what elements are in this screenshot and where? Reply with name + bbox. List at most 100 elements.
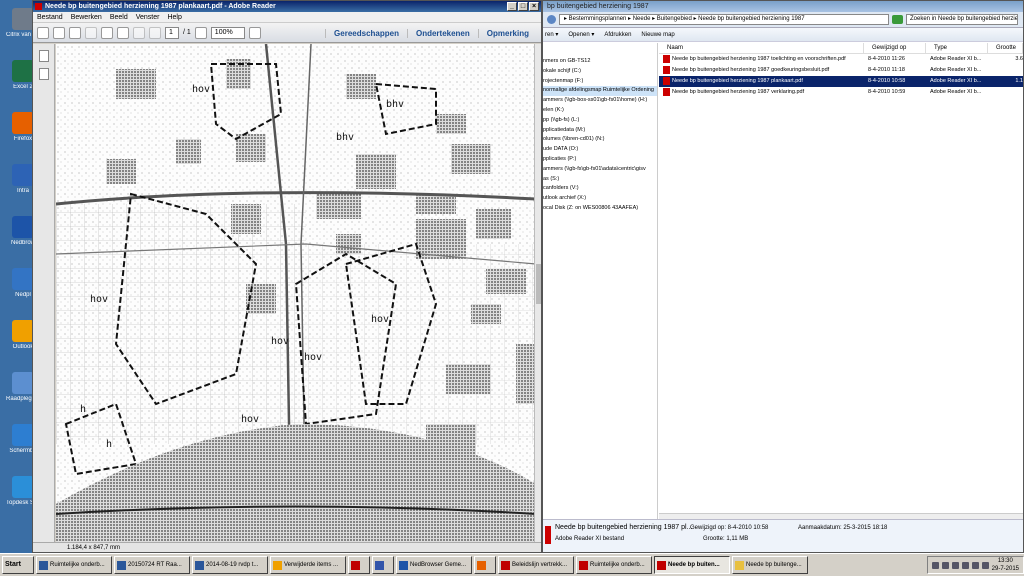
command-button[interactable]: ren ▾ (545, 31, 558, 38)
save-icon[interactable] (85, 26, 97, 39)
page-number-input[interactable]: 1 (165, 26, 179, 39)
tree-item[interactable]: ammers (\\gb-bos-ss01\gb-fs01\home) (H:) (543, 96, 657, 106)
taskbar-button[interactable]: Beleidslijn vertrekk... (498, 556, 574, 574)
taskbar-button[interactable]: 20150724 RT Raa... (114, 556, 190, 574)
explorer-title-bar[interactable]: bp buitengebied herziening 1987 (543, 1, 1023, 12)
file-date: 8-4-2010 11:26 (868, 56, 905, 62)
create-pdf-icon[interactable] (53, 26, 65, 39)
file-row[interactable]: Neede bp buitengebied herziening 1987 go… (659, 65, 1023, 76)
app-icon (501, 560, 510, 570)
command-button[interactable]: Nieuwe map (641, 32, 674, 38)
taskbar-button[interactable]: 2014-08-19 rvdp t... (192, 556, 268, 574)
print-icon[interactable] (101, 26, 113, 39)
column-header[interactable]: Gewijzigd op (864, 43, 926, 53)
tree-item[interactable]: utlook archief (X:) (543, 194, 657, 204)
shortcut-icon (12, 8, 34, 30)
next-page-icon[interactable] (149, 26, 161, 39)
tree-item[interactable]: rojectenmap (F:) (543, 77, 657, 87)
taskbar-button-label: Neede bp buitenge... (746, 562, 802, 568)
vertical-scrollbar[interactable] (534, 44, 541, 542)
command-button[interactable]: Afdrukken (604, 32, 631, 38)
pdf-document-view[interactable]: hov bhv bhv hov hov hov hov h h hov (56, 44, 536, 542)
refresh-icon[interactable] (892, 15, 903, 24)
file-row[interactable]: Neede bp buitengebied herziening 1987 to… (659, 54, 1023, 65)
edit-icon[interactable] (69, 26, 81, 39)
menu-item[interactable]: Beeld (110, 12, 128, 22)
tray-icon[interactable] (981, 561, 989, 569)
command-button[interactable]: Openen ▾ (568, 31, 594, 38)
fit-page-icon[interactable] (248, 26, 261, 39)
menu-item[interactable]: Bestand (37, 12, 63, 22)
tray-icon[interactable] (941, 561, 949, 569)
column-header[interactable]: Naam (659, 43, 864, 53)
tree-item[interactable]: okale schijf (C:) (543, 67, 657, 77)
taskbar-button[interactable]: NedBrowser Geme... (396, 556, 472, 574)
address-bar[interactable]: ▸ Bestemmingsplannen ▸ Neede ▸ Buitengeb… (559, 14, 889, 25)
reader-title-bar[interactable]: Neede bp buitengebied herziening 1987 pl… (33, 1, 541, 12)
start-button[interactable]: Start (2, 556, 34, 574)
taskbar-button[interactable]: Neede bp buitenge... (732, 556, 808, 574)
shortcut-icon (12, 216, 34, 238)
menu-item[interactable]: Help (167, 12, 181, 22)
file-row[interactable]: Neede bp buitengebied herziening 1987 pl… (659, 76, 1023, 87)
tree-item[interactable]: ammers (\\gb-fs\gb-fs01\adata\centric\gi… (543, 165, 657, 175)
details-modified: Gewijzigd op: 8-4-2010 10:58 (690, 525, 769, 531)
zoom-out-icon[interactable] (194, 26, 207, 39)
pdf-icon (663, 76, 670, 85)
taskbar-button[interactable] (348, 556, 370, 574)
clock-time: 13:30 (997, 558, 1013, 564)
back-icon[interactable] (547, 15, 556, 24)
scroll-thumb[interactable] (536, 264, 541, 304)
maximize-button[interactable]: □ (518, 2, 528, 11)
tray-icon[interactable] (931, 561, 939, 569)
tool-pane-link[interactable]: Opmerking (477, 28, 537, 38)
tree-item[interactable]: ocal Disk (Z: on WES00806 43AAFEA) (543, 204, 657, 214)
app-icon (273, 560, 282, 570)
map-zone-label: hov (304, 352, 323, 363)
tree-item[interactable]: normalige afdelingsmap Ruimtelijke Orden… (543, 86, 657, 97)
menu-item[interactable]: Bewerken (71, 12, 102, 22)
tray-icon[interactable] (951, 561, 959, 569)
map-zone-label: bhv (386, 99, 405, 110)
tree-item[interactable]: as (S:) (543, 175, 657, 185)
tray-icon[interactable] (961, 561, 969, 569)
file-type: Adobe Reader XI b... (930, 78, 982, 84)
clock[interactable]: 13:30 29-7-2015 (992, 557, 1019, 573)
column-header[interactable]: Grootte (988, 43, 1023, 53)
tree-item[interactable]: canfolders (V:) (543, 184, 657, 194)
minimize-button[interactable]: _ (507, 2, 517, 11)
column-header[interactable]: Type (926, 43, 988, 53)
taskbar-button[interactable] (372, 556, 394, 574)
taskbar-button[interactable]: Verwijderde items ... (270, 556, 346, 574)
page-thumbnails-icon[interactable] (38, 50, 49, 62)
tree-item[interactable]: pp (\\gb-fs) (L:) (543, 116, 657, 126)
tray-icon[interactable] (971, 561, 979, 569)
tree-item[interactable]: pplicatiedata (M:) (543, 126, 657, 136)
taskbar-button-label: NedBrowser Geme... (410, 562, 467, 568)
open-file-icon[interactable] (37, 26, 49, 39)
map-zone-label: h (80, 404, 87, 415)
taskbar-button[interactable]: Neede bp buiten... (654, 556, 730, 574)
explorer-title: bp buitengebied herziening 1987 (547, 3, 649, 10)
zoom-select[interactable]: 100% (210, 26, 245, 39)
app-icon (579, 560, 588, 570)
taskbar-button[interactable]: Ruimtelijke onderb... (36, 556, 112, 574)
tree-item[interactable]: elen (K:) (543, 106, 657, 116)
menu-item[interactable]: Venster (136, 12, 160, 22)
search-input[interactable]: Zoeken in Neede bp buitengebied herzie..… (906, 14, 1018, 25)
email-icon[interactable] (117, 26, 129, 39)
file-row[interactable]: Neede bp buitengebied herziening 1987 ve… (659, 87, 1023, 98)
tree-item[interactable]: pplicaties (P:) (543, 155, 657, 165)
attachments-icon[interactable] (38, 68, 49, 80)
file-list: Naam Gewijzigd op Type Grootte Neede bp bui… (659, 43, 1023, 519)
tool-pane-link[interactable]: Gereedschappen (325, 28, 407, 38)
previous-page-icon[interactable] (133, 26, 145, 39)
taskbar-button[interactable]: Ruimtelijke onderb... (576, 556, 652, 574)
tool-pane-link[interactable]: Ondertekenen (406, 28, 478, 38)
taskbar-button[interactable] (474, 556, 496, 574)
tree-item[interactable]: nmers on GB-TS12 (543, 57, 657, 67)
tree-item[interactable]: olumes (\\bren-cd01) (N:) (543, 135, 657, 145)
app-icon (39, 560, 48, 570)
tree-item[interactable]: ude DATA (O:) (543, 145, 657, 155)
close-button[interactable]: × (529, 2, 539, 11)
